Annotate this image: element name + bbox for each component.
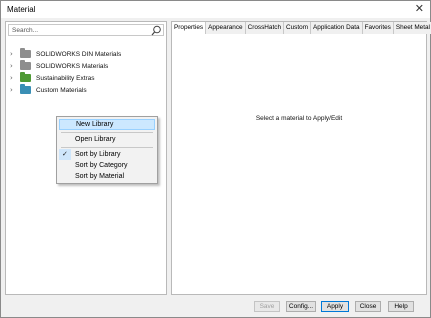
folder-green-icon [20, 72, 31, 82]
save-button[interactable]: Save [254, 301, 280, 312]
dialog-title: Material [7, 5, 36, 14]
context-menu: New Library Open Library ✓ Sort by Libra… [56, 116, 158, 184]
close-icon[interactable]: ✕ [415, 3, 424, 15]
menu-item-sort-by-material[interactable]: Sort by Material [59, 171, 155, 182]
search-placeholder: Search... [12, 27, 39, 34]
tree-item-label: Custom Materials [36, 86, 87, 94]
menu-item-sort-by-library[interactable]: Sort by Library [59, 149, 155, 160]
menu-item-open-library[interactable]: Open Library [59, 134, 155, 145]
properties-pane: Properties Appearance CrossHatch Custom … [171, 21, 431, 295]
search-input[interactable]: Search... [8, 24, 164, 36]
config-button[interactable]: Config... [286, 301, 316, 312]
tree-item-custom-materials[interactable]: › Custom Materials [10, 84, 121, 96]
tree-item-label: Sustainability Extras [36, 74, 95, 82]
tab-appearance[interactable]: Appearance [206, 22, 246, 34]
tab-crosshatch[interactable]: CrossHatch [245, 22, 284, 34]
search-icon[interactable] [151, 25, 162, 36]
menu-separator [61, 132, 153, 133]
folder-grey-icon [20, 60, 31, 70]
chevron-right-icon[interactable]: › [10, 62, 20, 70]
tree-item-label: SOLIDWORKS Materials [36, 62, 109, 70]
folder-grey-icon [20, 48, 31, 58]
tab-custom[interactable]: Custom [284, 22, 312, 34]
library-tree: › SOLIDWORKS DIN Materials › SOLIDWORKS … [10, 48, 121, 96]
help-button[interactable]: Help [388, 301, 414, 312]
apply-button[interactable]: Apply [321, 301, 349, 312]
menu-item-new-library[interactable]: New Library [59, 119, 155, 130]
tree-item-din-materials[interactable]: › SOLIDWORKS DIN Materials [10, 48, 121, 60]
tab-favorites[interactable]: Favorites [362, 22, 394, 34]
tree-item-label: SOLIDWORKS DIN Materials [36, 50, 122, 58]
title-bar: Material ✕ [1, 1, 430, 18]
tab-sheet-metal[interactable]: Sheet Metal [393, 22, 431, 34]
menu-item-sort-by-category[interactable]: Sort by Category [59, 160, 155, 171]
tab-application-data[interactable]: Application Data [311, 22, 363, 34]
empty-state-message: Select a material to Apply/Edit [255, 115, 343, 122]
close-button[interactable]: Close [355, 301, 381, 312]
chevron-right-icon[interactable]: › [10, 74, 20, 82]
folder-teal-icon [20, 84, 31, 94]
chevron-right-icon[interactable]: › [10, 86, 20, 94]
menu-separator [61, 147, 153, 148]
tab-strip: Properties Appearance CrossHatch Custom … [172, 22, 431, 34]
tab-properties[interactable]: Properties [172, 22, 207, 34]
chevron-right-icon[interactable]: › [10, 50, 20, 58]
tree-item-solidworks-materials[interactable]: › SOLIDWORKS Materials [10, 60, 121, 72]
tree-item-sustainability-extras[interactable]: › Sustainability Extras [10, 72, 121, 84]
